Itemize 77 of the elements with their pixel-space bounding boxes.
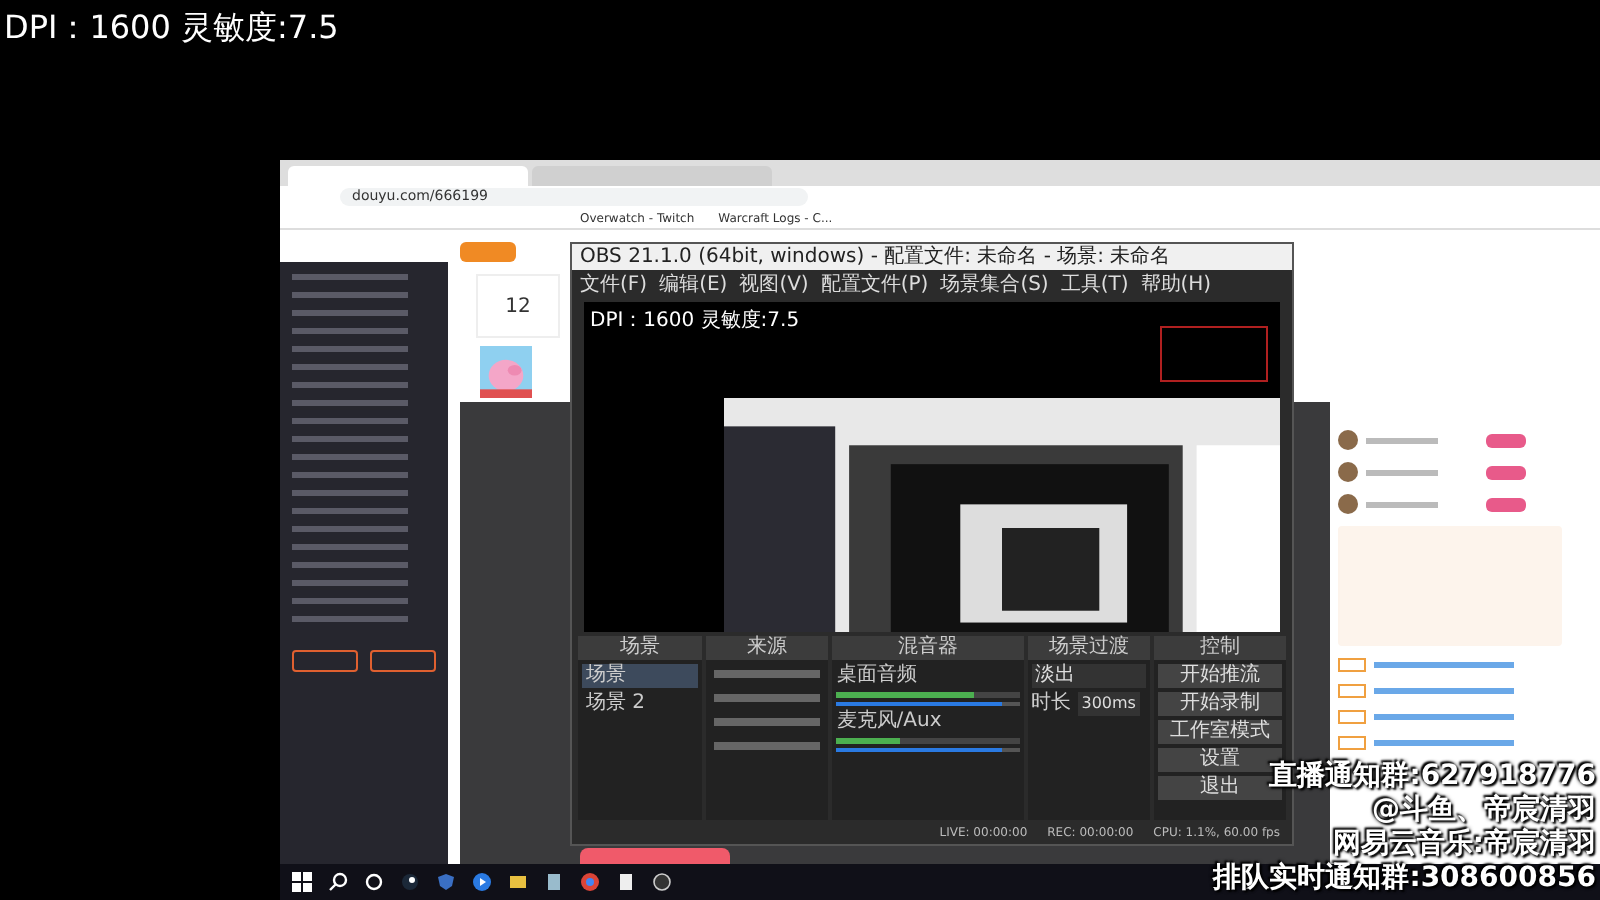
- menu-item[interactable]: 场景集合(S): [940, 270, 1049, 298]
- menu-item[interactable]: 帮助(H): [1140, 270, 1212, 298]
- blurred-text-bar: [292, 580, 408, 586]
- blurred-text-bar: [1374, 662, 1514, 668]
- blurred-text-bar: [292, 364, 408, 370]
- blurred-text-bar: [292, 436, 408, 442]
- blurred-text-bar: [292, 472, 408, 478]
- blurred-text-bar: [1366, 437, 1438, 443]
- app-icon[interactable]: [400, 872, 420, 892]
- download-button[interactable]: [292, 650, 358, 672]
- window-title: OBS 21.1.0 (64bit, windows) - 配置文件: 未命名 - 场景: 未命名: [580, 245, 1171, 269]
- blurred-text-bar: [1374, 688, 1514, 694]
- transition-select[interactable]: 淡出: [1031, 664, 1147, 688]
- dock-header: 控制: [1154, 636, 1286, 660]
- level-badge: [1338, 684, 1366, 698]
- level-badge: [1338, 736, 1366, 750]
- duration-field[interactable]: 300ms: [1077, 692, 1140, 716]
- blurred-text-bar: [292, 328, 408, 334]
- control-button[interactable]: 工作室模式: [1158, 720, 1282, 744]
- open-button[interactable]: [370, 650, 436, 672]
- blurred-text-bar: [1374, 740, 1514, 746]
- menu-item[interactable]: 配置文件(P): [820, 270, 929, 298]
- dock-header: 场景过渡: [1027, 636, 1151, 660]
- blurred-text-bar: [292, 310, 408, 316]
- scene-item[interactable]: 场景 2: [582, 692, 698, 716]
- dpi-caption: DPI：1600 灵敏度:7.5: [590, 307, 800, 334]
- dock-header: 混音器: [832, 636, 1024, 660]
- cartoon-pig-drawing: [480, 346, 532, 398]
- logo-icon: [460, 242, 516, 262]
- level-badge: [1338, 710, 1366, 724]
- record-icon[interactable]: [652, 872, 672, 892]
- selection-frame[interactable]: [1160, 326, 1268, 382]
- blurred-text-bar: [292, 490, 408, 496]
- blurred-text-bar: [292, 508, 408, 514]
- blurred-text-bar: [292, 346, 408, 352]
- level-badge: [1338, 658, 1366, 672]
- blurred-text-bar: [292, 544, 408, 550]
- play-icon[interactable]: [472, 872, 492, 892]
- document-icon[interactable]: [544, 872, 564, 892]
- dock-header: 来源: [705, 636, 829, 660]
- scene-item[interactable]: 场景: [582, 664, 698, 688]
- blurred-text-bar: [292, 526, 408, 532]
- blurred-text-bar: [1366, 501, 1438, 507]
- blurred-text-bar: [1374, 714, 1514, 720]
- channel-name: 麦克风/Aux: [836, 710, 944, 734]
- menu-item[interactable]: 编辑(E): [659, 270, 728, 298]
- menu-item[interactable]: 视图(V): [739, 270, 809, 298]
- menu-item[interactable]: 文件(F): [580, 270, 648, 298]
- blurred-text-bar: [292, 454, 408, 460]
- dpi-caption: DPI：1600 灵敏度:7.5: [4, 8, 339, 46]
- control-button[interactable]: 开始录制: [1158, 692, 1282, 716]
- blurred-text-bar: [292, 274, 408, 280]
- duration-label: 时长: [1031, 692, 1072, 716]
- level-badge: [1486, 497, 1526, 511]
- dock-header: 场景: [578, 636, 702, 660]
- windows-start-icon[interactable]: [292, 872, 312, 892]
- blurred-text-bar: [292, 598, 408, 604]
- shield-icon[interactable]: [436, 872, 456, 892]
- browser-icon[interactable]: [580, 872, 600, 892]
- circle-icon[interactable]: [364, 872, 384, 892]
- blurred-text-bar: [1366, 469, 1438, 475]
- blurred-text-bar: [292, 616, 408, 622]
- menu-item[interactable]: 工具(T): [1060, 270, 1129, 298]
- blurred-text-bar: [292, 400, 408, 406]
- level-badge: [1486, 433, 1526, 447]
- document-icon[interactable]: [616, 872, 636, 892]
- folder-icon[interactable]: [508, 872, 528, 892]
- blurred-text-bar: [292, 562, 408, 568]
- channel-name: 桌面音频: [836, 664, 919, 688]
- follow-count: 12: [505, 295, 531, 317]
- overlay-caption: 排队实时通知群:308600856: [1213, 862, 1596, 896]
- blurred-text-bar: [292, 292, 408, 298]
- blurred-text-bar: [292, 382, 408, 388]
- level-badge: [1486, 465, 1526, 479]
- blurred-text-bar: [292, 418, 408, 424]
- control-button[interactable]: 开始推流: [1158, 664, 1282, 688]
- search-icon[interactable]: [328, 872, 348, 892]
